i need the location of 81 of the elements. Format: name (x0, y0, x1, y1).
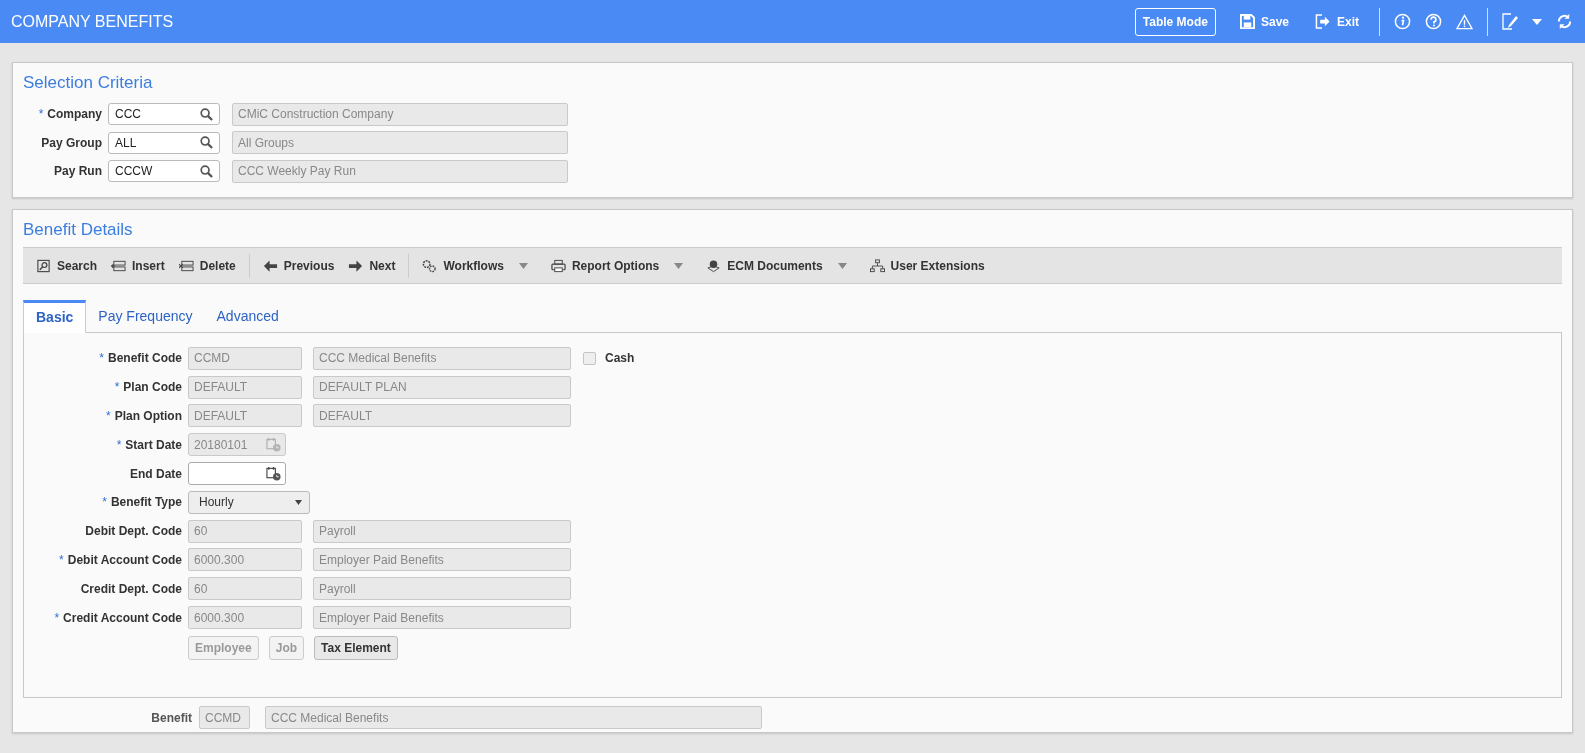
date-field[interactable] (188, 462, 286, 486)
printer-icon (550, 258, 566, 273)
section-title: Selection Criteria (23, 72, 154, 94)
toolbar-button[interactable]: Insert (106, 258, 170, 273)
toolbar-button[interactable]: Workflows (417, 258, 509, 273)
dropdown-field[interactable]: Hourly (188, 490, 310, 514)
code-field: 6000.300 (188, 548, 302, 572)
delete-row-icon (178, 258, 194, 273)
left-arrow-icon (262, 258, 278, 273)
field-label: * Debit Account Code (58, 552, 182, 567)
edit-note-icon[interactable] (1502, 13, 1518, 30)
code-field: CCMD (199, 706, 250, 729)
dropdown-caret-icon[interactable] (674, 262, 684, 269)
description-field: DEFAULT (313, 404, 571, 428)
insert-row-icon (111, 258, 127, 273)
code-field: 60 (188, 577, 302, 601)
help-icon[interactable] (1425, 13, 1442, 30)
tab[interactable]: Basic (23, 300, 87, 333)
section-title: Benefit Details (23, 219, 134, 241)
description-field: Payroll (313, 519, 571, 543)
lookup-field[interactable]: ALL (108, 131, 220, 154)
field-label: * Credit Account Code (53, 610, 182, 625)
calendar-clock-icon (266, 437, 281, 453)
description-field: All Groups (232, 131, 568, 155)
dropdown-caret-icon[interactable] (1532, 18, 1542, 25)
toolbar-button[interactable]: Search (31, 258, 103, 273)
description-field: DEFAULT PLAN (313, 375, 571, 399)
gears-icon (422, 258, 438, 273)
code-field: 6000.300 (188, 606, 302, 630)
calendar-clock-icon (266, 466, 281, 482)
hierarchy-icon (869, 258, 885, 273)
field-label: Pay Group (40, 135, 102, 150)
toolbar-button[interactable]: User Extensions (864, 258, 990, 273)
form-button[interactable]: Tax Element (314, 635, 398, 660)
search-icon (200, 107, 213, 121)
field-label: Credit Dept. Code (79, 581, 182, 596)
field-label: * Start Date (115, 437, 182, 452)
description-field: Payroll (313, 577, 571, 601)
description-field: CMiC Construction Company (232, 102, 568, 126)
toolbar-button[interactable]: ECM Documents (701, 258, 828, 273)
dropdown-caret-icon[interactable] (518, 262, 528, 269)
date-field: 20180101 (188, 433, 286, 457)
lookup-field[interactable]: CCCW (108, 160, 220, 183)
search-icon (200, 164, 213, 178)
tab[interactable]: Advanced (204, 300, 291, 332)
field-label: Benefit (150, 710, 192, 725)
refresh-icon[interactable] (1556, 13, 1573, 30)
code-field: DEFAULT (188, 375, 302, 399)
lookup-field[interactable]: CCC (108, 103, 220, 126)
tab[interactable]: Pay Frequency (86, 300, 205, 332)
search-icon (36, 258, 51, 273)
checkbox[interactable] (583, 351, 596, 365)
field-label: Pay Run (53, 164, 102, 179)
search-icon (200, 136, 213, 150)
exit-icon (1315, 14, 1331, 29)
toolbar-button[interactable]: Next (343, 258, 401, 273)
code-field: CCMD (188, 346, 302, 370)
field-label: End Date (129, 466, 182, 481)
description-field: Employer Paid Benefits (313, 606, 571, 630)
description-field: CCC Weekly Pay Run (232, 159, 568, 183)
right-arrow-icon (348, 258, 364, 273)
checkbox-label: Cash (605, 351, 635, 366)
field-label: * Company (37, 107, 102, 122)
toolbar-button[interactable]: Delete (173, 258, 241, 273)
field-label: * Plan Option (105, 409, 182, 423)
toolbar-button[interactable]: Report Options (545, 258, 665, 273)
field-label: Debit Dept. Code (84, 524, 182, 539)
dropdown-caret-icon (295, 499, 302, 505)
description-field: CCC Medical Benefits (313, 346, 571, 370)
code-field: 60 (188, 519, 302, 543)
warning-icon[interactable] (1456, 13, 1473, 30)
info-icon[interactable] (1394, 13, 1411, 30)
dropdown-caret-icon[interactable] (837, 262, 847, 269)
code-field: DEFAULT (188, 404, 302, 428)
description-field: Employer Paid Benefits (313, 548, 571, 572)
toolbar-button[interactable]: Previous (257, 258, 340, 273)
description-field: CCC Medical Benefits (265, 706, 762, 729)
page-title: COMPANY BENEFITS (11, 12, 174, 31)
field-label: * Benefit Type (101, 495, 182, 510)
field-label: * Plan Code (113, 380, 182, 395)
field-label: * Benefit Code (98, 351, 182, 366)
